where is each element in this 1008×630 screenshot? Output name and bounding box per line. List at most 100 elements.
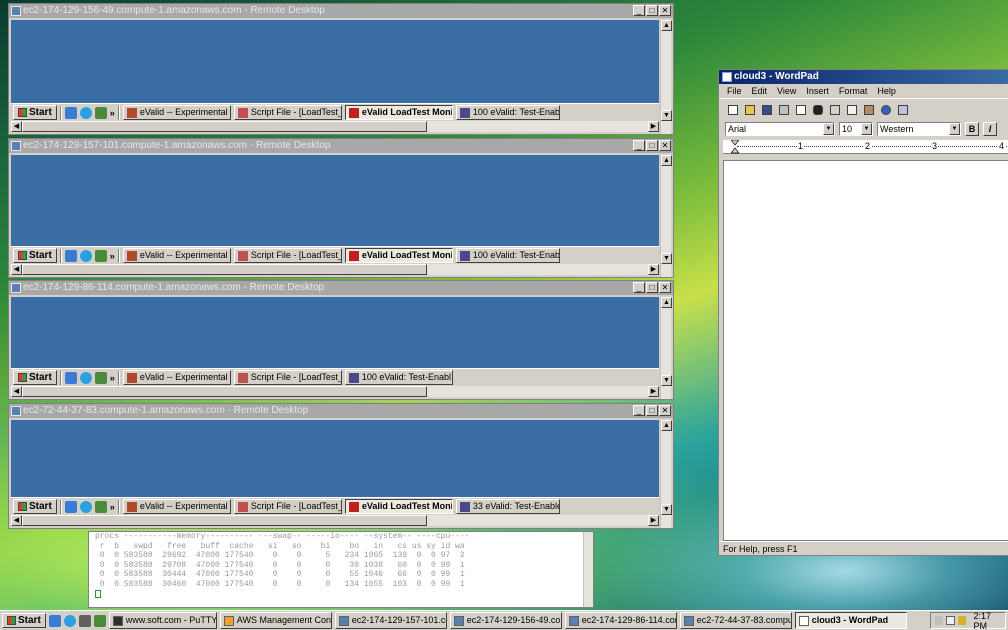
host-task-button[interactable]: AWS Management Conso...: [219, 612, 332, 629]
scroll-left-icon[interactable]: ◀: [11, 386, 22, 397]
host-task-button[interactable]: ec2-174-129-156-49.com...: [449, 612, 562, 629]
host-task-button[interactable]: www.soft.com - PuTTY: [108, 612, 217, 629]
internet-explorer-icon[interactable]: [63, 614, 76, 627]
scrollbar-thumb[interactable]: [22, 121, 427, 132]
quicklaunch-more-chevron[interactable]: »: [110, 108, 115, 118]
italic-button[interactable]: I: [983, 122, 997, 136]
new-document-icon[interactable]: [725, 102, 740, 117]
maximize-button[interactable]: □: [646, 5, 658, 16]
tray-keyboard-icon[interactable]: [935, 616, 944, 625]
horizontal-scrollbar[interactable]: ◀ ▶: [11, 121, 659, 132]
remote-task-button[interactable]: 100 eValid: Test-Enabl... ▼: [344, 370, 453, 385]
remote-task-button[interactable]: eValid LoadTest Moni...: [344, 105, 453, 120]
tray-volume-icon[interactable]: [958, 616, 967, 625]
scroll-left-icon[interactable]: ◀: [11, 264, 22, 275]
remote-desktop-titlebar[interactable]: ec2-174-129-157-101.compute-1.amazonaws.…: [9, 139, 673, 153]
internet-explorer-icon[interactable]: [79, 106, 92, 119]
insert-datetime-icon[interactable]: [895, 102, 910, 117]
remote-task-button[interactable]: eValid -- Experimental 1 ...: [122, 248, 231, 263]
minimize-button[interactable]: _: [633, 405, 645, 416]
menu-help[interactable]: Help: [877, 84, 896, 98]
internet-explorer-icon[interactable]: [79, 371, 92, 384]
host-task-button[interactable]: cloud3 - WordPad: [794, 612, 907, 629]
minimize-button[interactable]: _: [633, 282, 645, 293]
scroll-right-icon[interactable]: ▶: [648, 121, 659, 132]
scroll-left-icon[interactable]: ◀: [11, 515, 22, 526]
chevron-down-icon[interactable]: ▼: [861, 123, 872, 135]
remote-desktop-screen[interactable]: [11, 420, 659, 497]
putty-scrollbar[interactable]: [583, 532, 593, 607]
maximize-button[interactable]: □: [646, 405, 658, 416]
chevron-down-icon[interactable]: ▼: [949, 123, 960, 135]
scrollbar-thumb[interactable]: [22, 515, 427, 526]
remote-task-button[interactable]: Script File - [LoadTest_1...: [233, 105, 342, 120]
save-disk-icon[interactable]: [759, 102, 774, 117]
ruler[interactable]: 1 2 3 4: [723, 140, 1008, 154]
quicklaunch-more-chevron[interactable]: »: [110, 251, 115, 261]
remote-desktop-titlebar[interactable]: ec2-72-44-37-83.compute-1.amazonaws.com …: [9, 404, 673, 418]
quicklaunch-more-chevron[interactable]: »: [110, 373, 115, 383]
close-button[interactable]: ✕: [659, 405, 671, 416]
tray-window-icon[interactable]: [946, 616, 956, 625]
scroll-down-icon[interactable]: ▼: [661, 504, 672, 515]
scrollbar-thumb[interactable]: [22, 264, 427, 275]
quicklaunch-app-icon[interactable]: [94, 106, 107, 119]
indent-marker-icon[interactable]: [731, 140, 739, 154]
quicklaunch-app-icon[interactable]: [94, 500, 107, 513]
remote-task-button[interactable]: eValid -- Experimental 1 ...: [122, 105, 231, 120]
print-preview-icon[interactable]: [793, 102, 808, 117]
find-binoculars-icon[interactable]: [810, 102, 825, 117]
remote-desktop-titlebar[interactable]: ec2-174-129-156-49.compute-1.amazonaws.c…: [9, 4, 673, 18]
close-button[interactable]: ✕: [659, 5, 671, 16]
remote-task-button[interactable]: eValid -- Experimental 1 ...: [122, 499, 231, 514]
remote-desktop-titlebar[interactable]: ec2-174-129-86-114.compute-1.amazonaws.c…: [9, 281, 673, 295]
scrollbar-thumb[interactable]: [22, 386, 427, 397]
network-icon[interactable]: [78, 614, 91, 627]
remote-desktop-screen[interactable]: [11, 155, 659, 246]
paste-icon[interactable]: [861, 102, 876, 117]
maximize-button[interactable]: □: [646, 282, 658, 293]
minimize-button[interactable]: _: [633, 140, 645, 151]
remote-task-button[interactable]: Script File - [LoadTest_1...: [233, 370, 342, 385]
vertical-scrollbar[interactable]: ▲ ▼: [660, 20, 672, 134]
show-desktop-icon[interactable]: [48, 614, 61, 627]
scroll-left-icon[interactable]: ◀: [11, 121, 22, 132]
quicklaunch-app-icon[interactable]: [94, 249, 107, 262]
remote-start-button[interactable]: Start: [13, 370, 57, 385]
remote-task-button[interactable]: 33 eValid: Test-Enable... ▼: [455, 499, 560, 514]
vertical-scrollbar[interactable]: ▲ ▼: [660, 297, 672, 399]
undo-icon[interactable]: [878, 102, 893, 117]
show-desktop-icon[interactable]: [64, 249, 77, 262]
scroll-up-icon[interactable]: ▲: [661, 20, 672, 31]
copy-icon[interactable]: [844, 102, 859, 117]
remote-task-button[interactable]: eValid LoadTest Moni...: [344, 248, 453, 263]
host-task-button[interactable]: ec2-174-129-157-101.co...: [334, 612, 447, 629]
remote-start-button[interactable]: Start: [13, 499, 57, 514]
show-desktop-icon[interactable]: [64, 500, 77, 513]
close-button[interactable]: ✕: [659, 140, 671, 151]
minimize-button[interactable]: _: [633, 5, 645, 16]
close-button[interactable]: ✕: [659, 282, 671, 293]
quicklaunch-more-chevron[interactable]: »: [110, 502, 115, 512]
open-folder-icon[interactable]: [742, 102, 757, 117]
vertical-scrollbar[interactable]: ▲ ▼: [660, 420, 672, 528]
show-desktop-icon[interactable]: [64, 371, 77, 384]
wordpad-titlebar[interactable]: cloud3 - WordPad: [719, 70, 1008, 84]
quicklaunch-app-icon[interactable]: [93, 614, 106, 627]
start-button[interactable]: Start: [2, 613, 46, 628]
remote-task-button[interactable]: eValid LoadTest Moni...: [344, 499, 453, 514]
scroll-right-icon[interactable]: ▶: [648, 264, 659, 275]
putty-terminal[interactable]: procs -----------memory---------- ---swa…: [88, 531, 594, 608]
horizontal-scrollbar[interactable]: ◀ ▶: [11, 264, 659, 275]
remote-task-button[interactable]: Script File - [LoadTest_1...: [233, 248, 342, 263]
scroll-down-icon[interactable]: ▼: [661, 110, 672, 121]
menu-view[interactable]: View: [777, 84, 796, 98]
chevron-down-icon[interactable]: ▼: [823, 123, 834, 135]
wordpad-document-area[interactable]: [723, 160, 1008, 541]
font-size-select[interactable]: 10 ▼: [839, 122, 873, 136]
cut-scissors-icon[interactable]: [827, 102, 842, 117]
host-task-button[interactable]: ec2-72-44-37-83.compute...: [679, 612, 792, 629]
vertical-scrollbar[interactable]: ▲ ▼: [660, 155, 672, 277]
remote-task-button[interactable]: Script File - [LoadTest_1...: [233, 499, 342, 514]
bold-button[interactable]: B: [965, 122, 979, 136]
